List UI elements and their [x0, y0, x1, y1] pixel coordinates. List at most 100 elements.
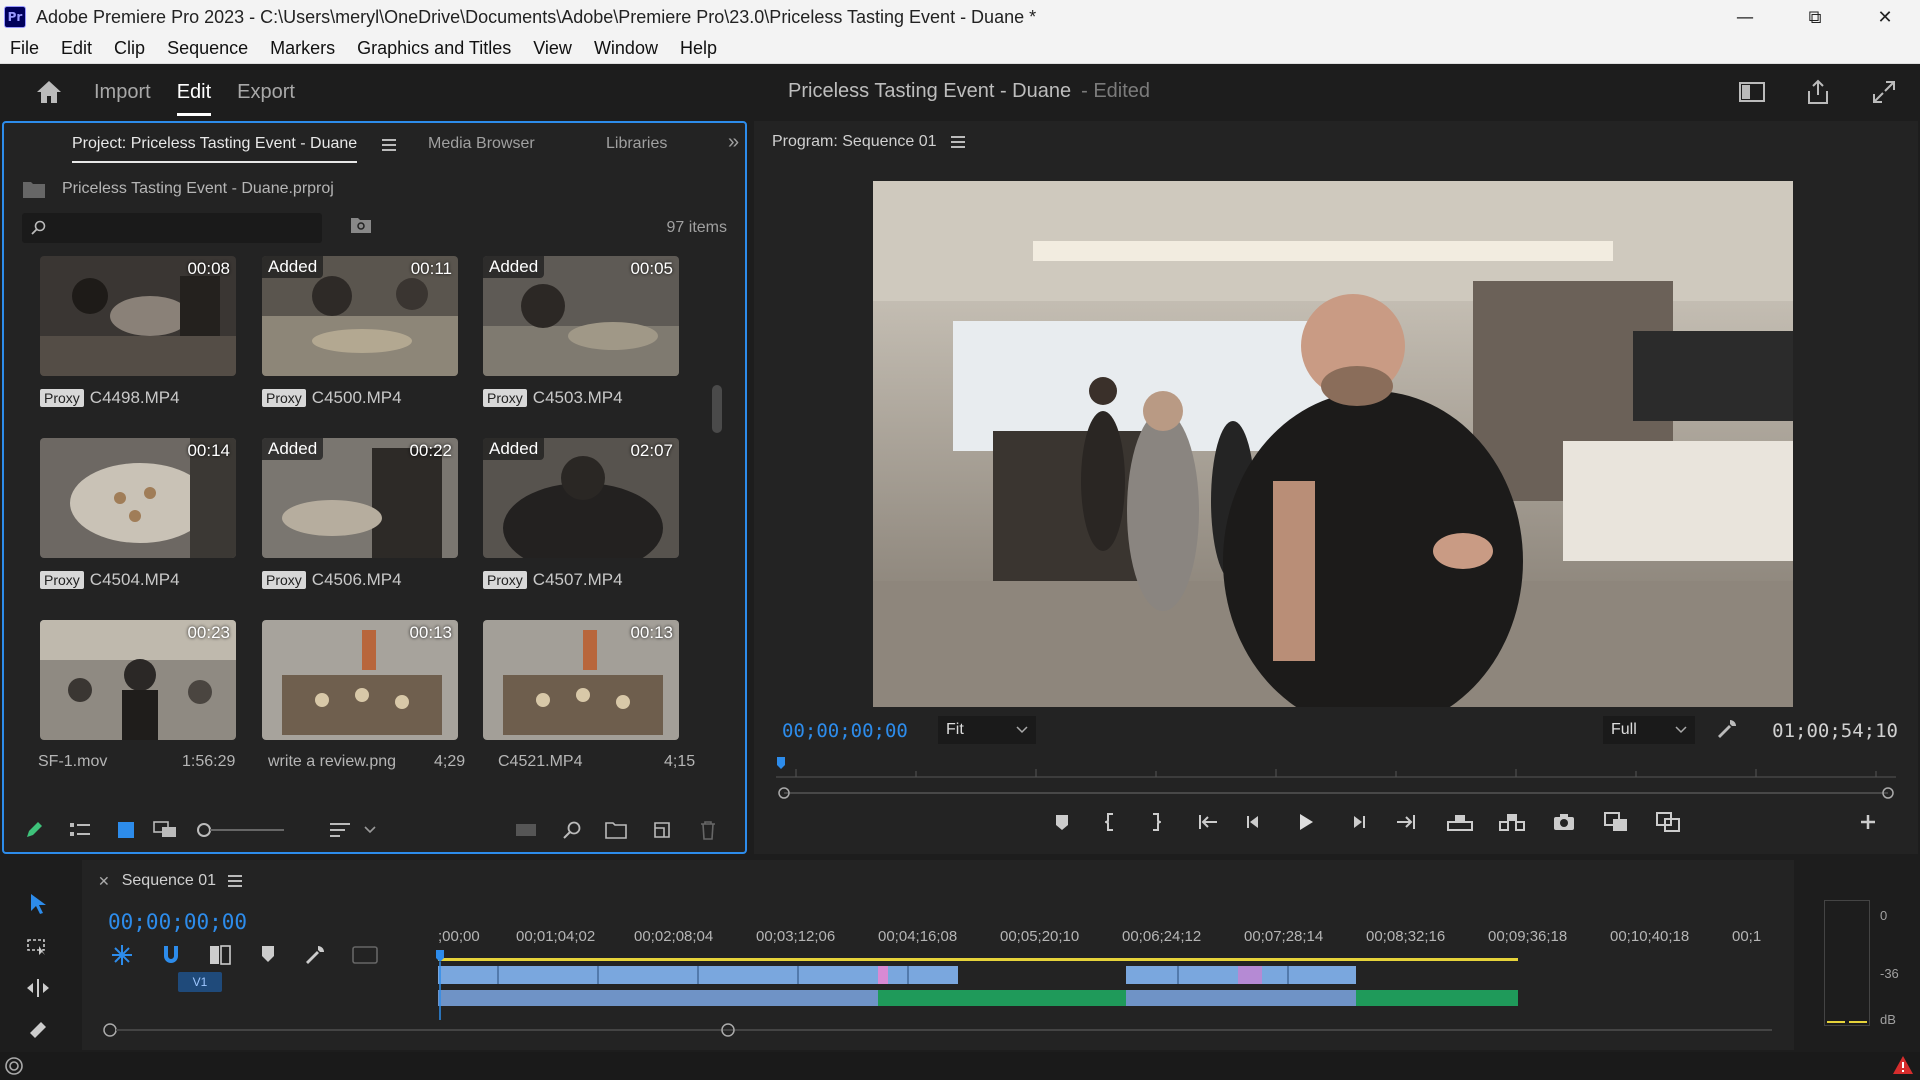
selection-tool-icon[interactable]	[22, 888, 54, 920]
zoom-fit-select[interactable]: Fit	[938, 716, 1036, 744]
zoom-slider[interactable]	[196, 816, 286, 844]
sequence-menu-icon[interactable]	[228, 875, 243, 887]
tab-media-browser[interactable]: Media Browser	[428, 135, 535, 153]
close-button[interactable]: ✕	[1850, 0, 1920, 34]
clip-item[interactable]: 00:13	[483, 620, 679, 740]
clip-thumbnail[interactable]: Added 00:11	[262, 256, 458, 376]
automate-to-sequence-icon[interactable]	[512, 816, 540, 844]
step-back-icon[interactable]	[1238, 806, 1270, 838]
panel-layout-icon[interactable]	[1734, 74, 1770, 110]
clip-item[interactable]: 00:14 Proxy C4504.MP4	[40, 438, 236, 592]
tab-import[interactable]: Import	[94, 64, 151, 120]
share-icon[interactable]	[1800, 74, 1836, 110]
sequence-tab[interactable]: ✕ Sequence 01	[98, 872, 243, 890]
pencil-icon[interactable]	[20, 816, 48, 844]
track-select-tool-icon[interactable]	[22, 930, 54, 962]
tab-export[interactable]: Export	[237, 64, 295, 120]
new-bin-icon[interactable]	[602, 816, 630, 844]
list-view-icon[interactable]	[66, 816, 94, 844]
tab-libraries[interactable]: Libraries	[606, 135, 667, 153]
clip-thumbnail[interactable]: 00:23	[40, 620, 236, 740]
tab-project[interactable]: Project: Priceless Tasting Event - Duane	[72, 135, 358, 163]
home-icon[interactable]	[26, 69, 72, 115]
new-search-bin-icon[interactable]	[350, 216, 372, 238]
camera-icon[interactable]	[1548, 806, 1580, 838]
restore-button[interactable]: ⧉	[1780, 0, 1850, 34]
add-marker-icon[interactable]	[1046, 806, 1078, 838]
trash-icon[interactable]	[694, 816, 722, 844]
mark-out-icon[interactable]	[1140, 806, 1172, 838]
chevron-down-icon[interactable]	[356, 816, 384, 844]
menu-graphics-and-titles[interactable]: Graphics and Titles	[347, 38, 523, 59]
timeline-ruler[interactable]: ;00;00 00;01;04;02 00;02;08;04 00;03;12;…	[438, 928, 1838, 948]
warning-icon[interactable]	[1892, 1055, 1914, 1079]
compare-view-icon[interactable]	[1600, 806, 1632, 838]
extract-icon[interactable]	[1496, 806, 1528, 838]
menu-window[interactable]: Window	[584, 38, 670, 59]
menu-markers[interactable]: Markers	[260, 38, 347, 59]
clip-item[interactable]: Added 00:22 Proxy C4506.MP4	[262, 438, 458, 592]
clip-thumbnail[interactable]: Added 00:05	[483, 256, 679, 376]
step-forward-icon[interactable]	[1342, 806, 1374, 838]
clip-item[interactable]: 00:23	[40, 620, 236, 740]
project-menu-icon[interactable]	[382, 139, 396, 151]
clip-thumbnail[interactable]: 00:08	[40, 256, 236, 376]
clip-item[interactable]: Added 02:07 Proxy C4507.MP4	[483, 438, 679, 592]
sequence-tab-label[interactable]: Sequence 01	[122, 872, 216, 890]
snap-icon[interactable]	[110, 944, 134, 970]
clip-item[interactable]: Added 00:11 Proxy C4500.MP4	[262, 256, 458, 410]
play-icon[interactable]	[1290, 806, 1322, 838]
find-icon[interactable]	[558, 816, 586, 844]
close-tab-icon[interactable]: ✕	[98, 873, 110, 890]
captions-icon[interactable]	[352, 946, 378, 968]
clip-thumbnail[interactable]: 00:13	[262, 620, 458, 740]
menu-clip[interactable]: Clip	[104, 38, 157, 59]
go-to-in-icon[interactable]	[1192, 806, 1224, 838]
tab-edit[interactable]: Edit	[176, 64, 212, 120]
fullscreen-icon[interactable]	[1866, 74, 1902, 110]
clip-thumbnail[interactable]: Added 00:22	[262, 438, 458, 558]
add-button-icon[interactable]	[1852, 806, 1884, 838]
timeline-tracks[interactable]	[438, 958, 1518, 1018]
panel-overflow-icon[interactable]: »	[728, 131, 739, 154]
program-menu-icon[interactable]	[950, 136, 965, 148]
program-time-ruler[interactable]	[776, 757, 1896, 783]
timeline-timecode[interactable]: 00;00;00;00	[108, 910, 247, 934]
track-v1-label[interactable]: V1	[178, 972, 222, 992]
clip-thumbnail[interactable]: 00:14	[40, 438, 236, 558]
lift-icon[interactable]	[1444, 806, 1476, 838]
multicam-icon[interactable]	[1652, 806, 1684, 838]
search-input[interactable]	[52, 220, 302, 236]
zoom-bar[interactable]	[776, 785, 1896, 799]
menu-file[interactable]: File	[0, 38, 51, 59]
menu-help[interactable]: Help	[670, 38, 729, 59]
sort-icon[interactable]	[326, 816, 354, 844]
wrench-icon[interactable]	[1716, 718, 1738, 744]
linked-selection-icon[interactable]	[160, 944, 182, 970]
freeform-view-icon[interactable]	[152, 816, 180, 844]
minimize-button[interactable]: —	[1710, 0, 1780, 34]
current-timecode[interactable]: 00;00;00;00	[782, 720, 908, 742]
menu-sequence[interactable]: Sequence	[157, 38, 260, 59]
menu-edit[interactable]: Edit	[51, 38, 104, 59]
timeline-playhead[interactable]	[436, 950, 444, 1020]
go-to-out-icon[interactable]	[1390, 806, 1422, 838]
mark-in-icon[interactable]	[1094, 806, 1126, 838]
insert-overwrite-icon[interactable]	[208, 944, 232, 970]
wrench-icon[interactable]	[304, 944, 326, 970]
ripple-edit-tool-icon[interactable]	[22, 972, 54, 1004]
clip-item[interactable]: Added 00:05 Proxy C4503.MP4	[483, 256, 679, 410]
clip-item[interactable]: 00:13	[262, 620, 458, 740]
project-scrollbar[interactable]	[710, 263, 724, 733]
add-marker-icon[interactable]	[260, 944, 276, 968]
resolution-select[interactable]: Full	[1603, 716, 1695, 744]
clip-thumbnail[interactable]: 00:13	[483, 620, 679, 740]
icon-view-icon[interactable]	[112, 816, 140, 844]
cloud-sync-icon[interactable]	[4, 1056, 24, 1080]
scrollbar-thumb[interactable]	[712, 385, 722, 433]
new-item-icon[interactable]	[648, 816, 676, 844]
clip-item[interactable]: 00:08 Proxy C4498.MP4	[40, 256, 236, 410]
razor-tool-icon[interactable]	[22, 1014, 54, 1046]
menu-view[interactable]: View	[523, 38, 584, 59]
video-preview[interactable]	[873, 181, 1793, 707]
